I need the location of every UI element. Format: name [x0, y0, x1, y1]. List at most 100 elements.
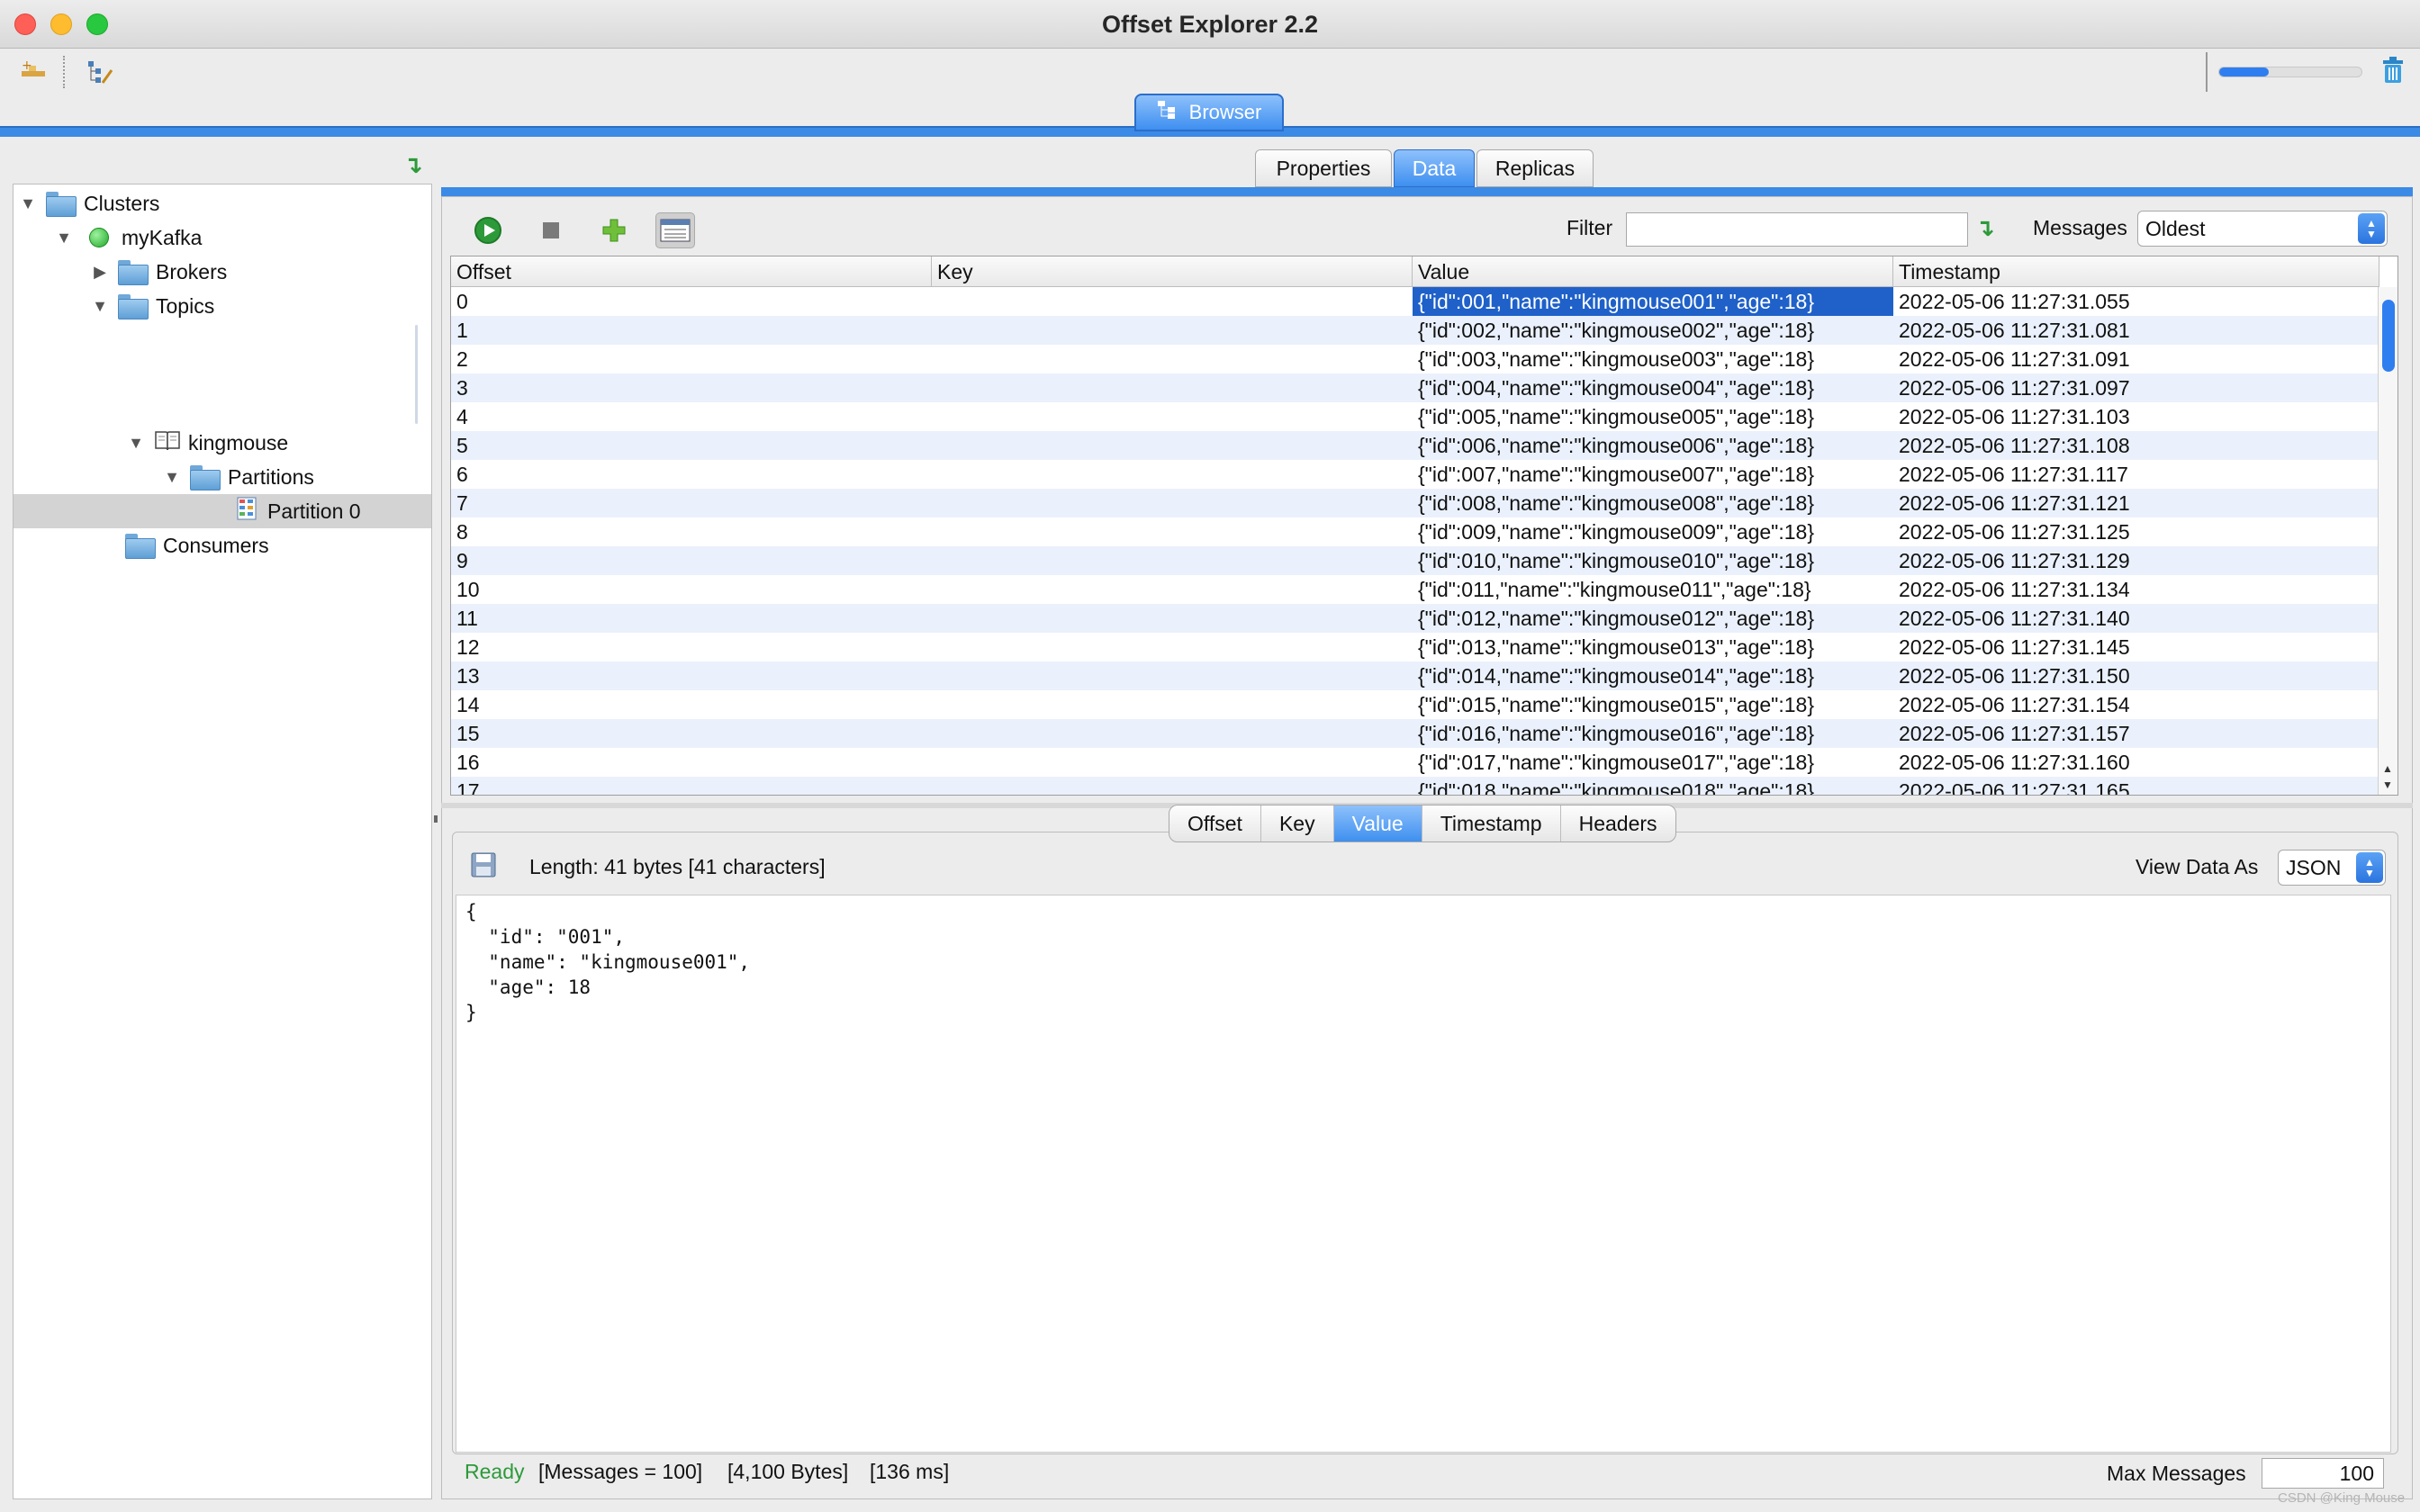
timestamp-cell[interactable]: 2022-05-06 11:27:31.157: [1893, 719, 2378, 748]
offset-cell[interactable]: 9: [451, 546, 932, 575]
offset-cell[interactable]: 5: [451, 431, 932, 460]
timestamp-cell[interactable]: 2022-05-06 11:27:31.160: [1893, 748, 2378, 777]
expanded-triangle-icon[interactable]: ▼: [163, 468, 181, 487]
offset-cell[interactable]: 8: [451, 518, 932, 546]
timestamp-cell[interactable]: 2022-05-06 11:27:31.165: [1893, 777, 2378, 795]
key-cell[interactable]: [932, 489, 1413, 518]
tree-item-topics[interactable]: ▼ Topics: [14, 289, 431, 323]
key-cell[interactable]: [932, 604, 1413, 633]
key-cell[interactable]: [932, 460, 1413, 489]
expanded-triangle-icon[interactable]: ▼: [127, 434, 145, 453]
offset-cell[interactable]: 6: [451, 460, 932, 489]
view-toggle-button[interactable]: [655, 212, 695, 248]
play-button[interactable]: [468, 212, 508, 248]
tree-scroll-indicator[interactable]: [415, 325, 418, 424]
offset-cell[interactable]: 10: [451, 575, 932, 604]
messages-select[interactable]: Oldest ▲ ▼: [2137, 211, 2388, 247]
add-message-button[interactable]: [594, 212, 634, 248]
key-cell[interactable]: [932, 662, 1413, 690]
max-messages-input[interactable]: 100: [2262, 1458, 2384, 1489]
tree-item-clusters[interactable]: ▼ Clusters: [14, 186, 431, 220]
value-cell[interactable]: {"id":013,"name":"kingmouse013","age":18…: [1413, 633, 1893, 662]
splitter-handle[interactable]: [434, 815, 438, 823]
table-scrollbar-thumb[interactable]: [2382, 300, 2395, 372]
stop-button[interactable]: [531, 212, 571, 248]
key-cell[interactable]: [932, 316, 1413, 345]
offset-cell[interactable]: 2: [451, 345, 932, 374]
table-row[interactable]: 3 {"id":004,"name":"kingmouse004","age":1…: [451, 374, 2378, 402]
filter-input[interactable]: [1626, 212, 1968, 247]
tab-browser[interactable]: Browser: [1134, 94, 1284, 131]
timestamp-cell[interactable]: 2022-05-06 11:27:31.125: [1893, 518, 2378, 546]
column-header-value[interactable]: Value: [1413, 256, 1893, 287]
column-header-key[interactable]: Key: [932, 256, 1413, 287]
table-row[interactable]: 9 {"id":010,"name":"kingmouse010","age":1…: [451, 546, 2378, 575]
value-cell[interactable]: {"id":002,"name":"kingmouse002","age":18…: [1413, 316, 1893, 345]
timestamp-cell[interactable]: 2022-05-06 11:27:31.129: [1893, 546, 2378, 575]
tree-item-mykafka[interactable]: ▼ myKafka: [14, 220, 431, 255]
value-cell[interactable]: {"id":018,"name":"kingmouse018","age":18…: [1413, 777, 1893, 795]
column-header-timestamp[interactable]: Timestamp: [1893, 256, 2379, 287]
view-data-as-select[interactable]: JSON ▲ ▼: [2278, 850, 2386, 886]
value-cell[interactable]: {"id":011,"name":"kingmouse011","age":18…: [1413, 575, 1893, 604]
key-cell[interactable]: [932, 690, 1413, 719]
offset-cell[interactable]: 0: [451, 287, 932, 316]
value-cell[interactable]: {"id":007,"name":"kingmouse007","age":18…: [1413, 460, 1893, 489]
key-cell[interactable]: [932, 546, 1413, 575]
table-row[interactable]: 17 {"id":018,"name":"kingmouse018","age":…: [451, 777, 2378, 795]
table-row[interactable]: 15 {"id":016,"name":"kingmouse016","age":…: [451, 719, 2378, 748]
table-row[interactable]: 0 {"id":001,"name":"kingmouse001","age":1…: [451, 287, 2378, 316]
expanded-triangle-icon[interactable]: ▼: [55, 229, 73, 248]
table-row[interactable]: 13 {"id":014,"name":"kingmouse014","age":…: [451, 662, 2378, 690]
table-row[interactable]: 4 {"id":005,"name":"kingmouse005","age":1…: [451, 402, 2378, 431]
timestamp-cell[interactable]: 2022-05-06 11:27:31.081: [1893, 316, 2378, 345]
value-cell[interactable]: {"id":010,"name":"kingmouse010","age":18…: [1413, 546, 1893, 575]
key-cell[interactable]: [932, 374, 1413, 402]
value-cell[interactable]: {"id":005,"name":"kingmouse005","age":18…: [1413, 402, 1893, 431]
tab-timestamp[interactable]: Timestamp: [1422, 806, 1561, 842]
value-cell[interactable]: {"id":003,"name":"kingmouse003","age":18…: [1413, 345, 1893, 374]
key-cell[interactable]: [932, 287, 1413, 316]
offset-cell[interactable]: 14: [451, 690, 932, 719]
timestamp-cell[interactable]: 2022-05-06 11:27:31.097: [1893, 374, 2378, 402]
expanded-triangle-icon[interactable]: ▼: [19, 194, 37, 213]
key-cell[interactable]: [932, 719, 1413, 748]
value-cell[interactable]: {"id":004,"name":"kingmouse004","age":18…: [1413, 374, 1893, 402]
value-cell[interactable]: {"id":015,"name":"kingmouse015","age":18…: [1413, 690, 1893, 719]
tab-properties[interactable]: Properties: [1255, 149, 1392, 187]
timestamp-cell[interactable]: 2022-05-06 11:27:31.145: [1893, 633, 2378, 662]
value-cell[interactable]: {"id":001,"name":"kingmouse001","age":18…: [1413, 287, 1893, 316]
value-cell[interactable]: {"id":012,"name":"kingmouse012","age":18…: [1413, 604, 1893, 633]
offset-cell[interactable]: 17: [451, 777, 932, 795]
offset-cell[interactable]: 12: [451, 633, 932, 662]
tab-offset[interactable]: Offset: [1169, 806, 1261, 842]
offset-cell[interactable]: 13: [451, 662, 932, 690]
tree-item-partitions[interactable]: ▼ Partitions: [14, 460, 431, 494]
value-content[interactable]: { "id": "001", "name": "kingmouse001", "…: [456, 895, 2391, 1453]
add-connection-icon[interactable]: +: [18, 56, 50, 88]
value-cell[interactable]: {"id":017,"name":"kingmouse017","age":18…: [1413, 748, 1893, 777]
key-cell[interactable]: [932, 575, 1413, 604]
key-cell[interactable]: [932, 748, 1413, 777]
offset-cell[interactable]: 1: [451, 316, 932, 345]
value-cell[interactable]: {"id":009,"name":"kingmouse009","age":18…: [1413, 518, 1893, 546]
timestamp-cell[interactable]: 2022-05-06 11:27:31.055: [1893, 287, 2378, 316]
value-cell[interactable]: {"id":014,"name":"kingmouse014","age":18…: [1413, 662, 1893, 690]
table-row[interactable]: 14 {"id":015,"name":"kingmouse015","age":…: [451, 690, 2378, 719]
key-cell[interactable]: [932, 777, 1413, 795]
apply-filter-icon[interactable]: ↴: [1975, 214, 1995, 242]
timestamp-cell[interactable]: 2022-05-06 11:27:31.134: [1893, 575, 2378, 604]
scroll-up-icon[interactable]: ▲: [2382, 762, 2393, 775]
table-row[interactable]: 5 {"id":006,"name":"kingmouse006","age":1…: [451, 431, 2378, 460]
table-row[interactable]: 1 {"id":002,"name":"kingmouse002","age":1…: [451, 316, 2378, 345]
key-cell[interactable]: [932, 431, 1413, 460]
table-row[interactable]: 7 {"id":008,"name":"kingmouse008","age":1…: [451, 489, 2378, 518]
value-cell[interactable]: {"id":006,"name":"kingmouse006","age":18…: [1413, 431, 1893, 460]
offset-cell[interactable]: 7: [451, 489, 932, 518]
tree-item-brokers[interactable]: ▶ Brokers: [14, 255, 431, 289]
timestamp-cell[interactable]: 2022-05-06 11:27:31.091: [1893, 345, 2378, 374]
collapsed-triangle-icon[interactable]: ▶: [91, 263, 109, 282]
timestamp-cell[interactable]: 2022-05-06 11:27:31.117: [1893, 460, 2378, 489]
timestamp-cell[interactable]: 2022-05-06 11:27:31.140: [1893, 604, 2378, 633]
table-row[interactable]: 8 {"id":009,"name":"kingmouse009","age":1…: [451, 518, 2378, 546]
